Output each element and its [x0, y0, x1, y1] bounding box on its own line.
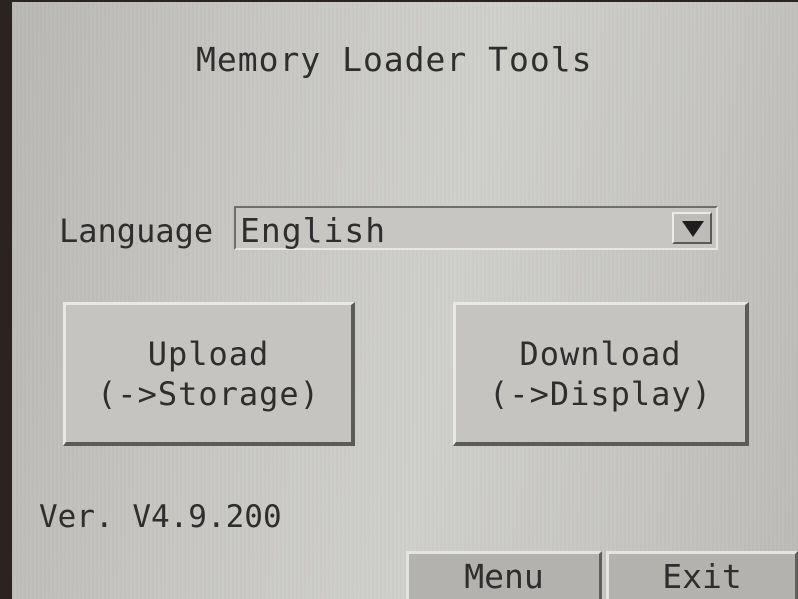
menu-button[interactable]: Menu — [406, 551, 602, 599]
page-title: Memory Loader Tools — [196, 40, 593, 79]
language-selected-value: English — [240, 211, 387, 250]
download-button-sublabel: (->Display) — [489, 374, 712, 413]
language-select[interactable]: English — [234, 206, 718, 250]
hmi-screen: Memory Loader Tools Language English Upl… — [12, 2, 798, 599]
upload-button[interactable]: Upload (->Storage) — [63, 302, 355, 446]
upload-button-sublabel: (->Storage) — [97, 374, 320, 413]
download-button[interactable]: Download (->Display) — [453, 302, 749, 446]
download-button-label: Download — [519, 334, 682, 373]
triangle-down-icon — [682, 221, 704, 237]
upload-button-label: Upload — [147, 334, 270, 373]
exit-button[interactable]: Exit — [606, 551, 798, 599]
version-text: Ver. V4.9.200 — [39, 499, 282, 535]
dropdown-button[interactable] — [672, 212, 712, 244]
language-label: Language — [59, 212, 214, 250]
